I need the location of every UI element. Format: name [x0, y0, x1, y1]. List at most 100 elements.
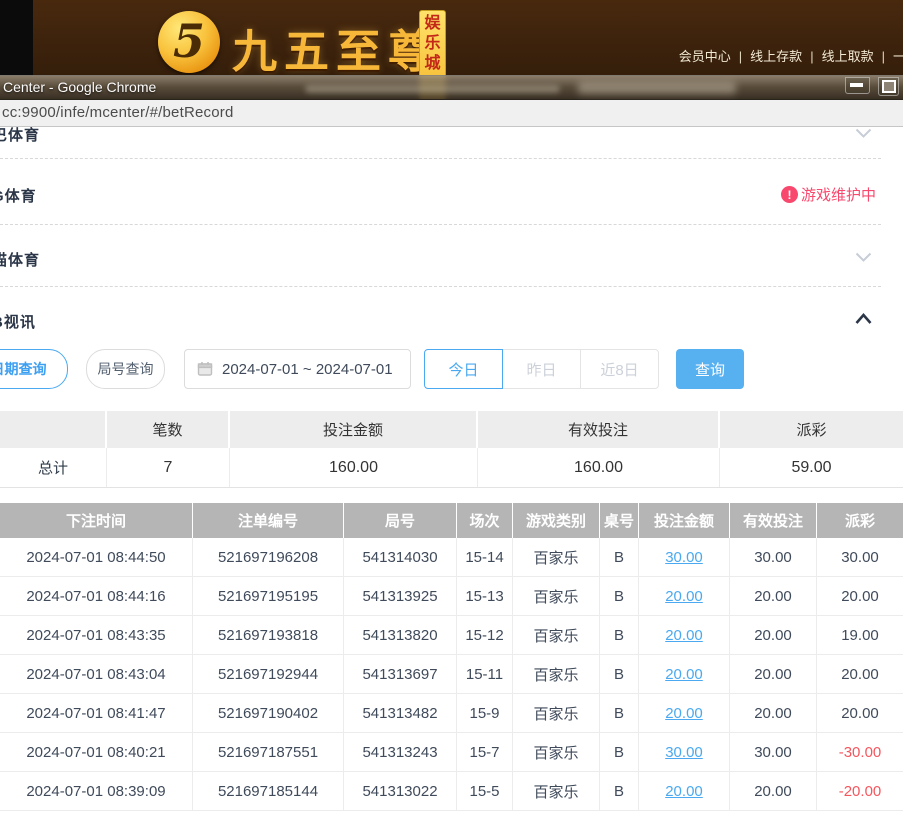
table-cell: 15-12	[457, 616, 513, 654]
date-range-value: 2024-07-01 ~ 2024-07-01	[222, 361, 393, 378]
accordion-label: B视讯	[0, 311, 36, 332]
blurred-user-info	[578, 82, 736, 94]
table-cell: 521697195195	[193, 577, 344, 615]
table-cell: B	[600, 694, 639, 732]
table-cell: 521697185144	[193, 772, 344, 810]
table-row: 2024-07-01 08:40:21521697187551541313243…	[0, 733, 903, 772]
table-cell: 541313820	[344, 616, 457, 654]
quick-range-button[interactable]: 昨日	[502, 349, 581, 389]
maximize-button[interactable]	[878, 77, 899, 96]
table-cell: 百家乐	[513, 694, 600, 732]
date-range-input[interactable]: 2024-07-01 ~ 2024-07-01	[184, 349, 411, 389]
accordion-label: 巴体育	[0, 127, 40, 145]
chevron-up-icon	[855, 312, 872, 330]
table-cell: 百家乐	[513, 655, 600, 693]
exclamation-icon: !	[781, 186, 798, 203]
bet-amount-link[interactable]: 20.00	[665, 705, 703, 722]
accordion-item-live-casino[interactable]: B视讯	[0, 286, 881, 349]
brand-logo-text: 九五至尊	[232, 15, 440, 80]
summary-total-row: 总计 7 160.00 160.00 59.00	[0, 448, 903, 488]
table-cell: 15-5	[457, 772, 513, 810]
brand-logo-circle: 5	[158, 11, 220, 73]
table-cell: B	[600, 733, 639, 771]
table-cell: 2024-07-01 08:41:47	[0, 694, 193, 732]
calendar-icon	[197, 361, 213, 377]
table-cell: 30.00	[730, 733, 817, 771]
banner-char: 城	[424, 54, 440, 74]
filter-bar: 日期查询 局号查询 2024-07-01 ~ 2024-07-01 今日昨日近8…	[0, 349, 903, 389]
bet-amount-link[interactable]: 30.00	[665, 744, 703, 761]
table-cell: B	[600, 616, 639, 654]
quick-range-active[interactable]: 今日	[424, 349, 503, 389]
table-cell: 521697196208	[193, 538, 344, 576]
summary-valid-bet: 160.00	[478, 448, 720, 487]
bet-table-header: 下注时间注单编号局号场次游戏类别桌号投注金额有效投注派彩	[0, 503, 903, 538]
table-cell: 20.00	[730, 772, 817, 810]
table-cell: 15-9	[457, 694, 513, 732]
summary-header-cell	[0, 411, 107, 448]
bet-table-header-cell: 投注金额	[639, 503, 730, 538]
bet-amount-link[interactable]: 20.00	[665, 627, 703, 644]
table-cell: 521697190402	[193, 694, 344, 732]
table-cell: 2024-07-01 08:39:09	[0, 772, 193, 810]
banner-char: 娱	[424, 14, 440, 34]
table-cell: 15-13	[457, 577, 513, 615]
summary-table: 笔数投注金额有效投注派彩 总计 7 160.00 160.00 59.00	[0, 411, 903, 488]
top-nav: 会员中心|线上存款|线上取款|一键	[679, 46, 903, 65]
bet-amount-link[interactable]: 30.00	[665, 549, 703, 566]
date-query-button[interactable]: 日期查询	[0, 349, 68, 389]
bet-table-header-cell: 派彩	[817, 503, 903, 538]
screen: 5 九五至尊 娱乐城 会员中心|线上存款|线上取款|一键 Center - Go…	[0, 0, 903, 816]
search-button[interactable]: 查询	[676, 349, 744, 389]
chevron-down-icon	[855, 127, 872, 144]
nav-link[interactable]: 线上取款	[822, 49, 874, 64]
table-cell: 20.00	[639, 772, 730, 810]
table-cell: 20.00	[730, 694, 817, 732]
bet-table-header-cell: 场次	[457, 503, 513, 538]
address-bar[interactable]: cc:9900/infe/mcenter/#/betRecord	[0, 100, 903, 127]
table-cell: 30.00	[639, 538, 730, 576]
nav-link[interactable]: 一键	[893, 49, 903, 64]
quick-range-button[interactable]: 近8日	[580, 349, 659, 389]
quick-range-group: 今日昨日近8日	[424, 349, 659, 389]
blurred-decoration	[305, 85, 560, 93]
accordion-item-sports-1[interactable]: 巴体育	[0, 127, 881, 159]
accordion-label: G体育	[0, 185, 37, 206]
bet-amount-link[interactable]: 20.00	[665, 588, 703, 605]
table-cell: 541313925	[344, 577, 457, 615]
table-cell: 15-11	[457, 655, 513, 693]
bet-table-header-cell: 下注时间	[0, 503, 193, 538]
table-cell: 百家乐	[513, 772, 600, 810]
table-cell: 30.00	[639, 733, 730, 771]
table-cell: B	[600, 772, 639, 810]
table-row: 2024-07-01 08:41:47521697190402541313482…	[0, 694, 903, 733]
page-content: 巴体育 G体育 ! 游戏维护中 猫体育 B视讯 日期查询	[0, 127, 903, 816]
table-cell: 521697187551	[193, 733, 344, 771]
nav-link[interactable]: 会员中心	[679, 49, 731, 64]
bet-amount-link[interactable]: 20.00	[665, 783, 703, 800]
table-cell: 20.00	[639, 694, 730, 732]
summary-row-label: 总计	[0, 448, 107, 487]
accordion-item-sports-2[interactable]: G体育 ! 游戏维护中	[0, 158, 881, 225]
url-text: cc:9900/infe/mcenter/#/betRecord	[2, 104, 234, 121]
summary-header-cell: 有效投注	[478, 411, 720, 448]
table-cell: 20.00	[817, 694, 903, 732]
bet-record-table: 下注时间注单编号局号场次游戏类别桌号投注金额有效投注派彩 2024-07-01 …	[0, 503, 903, 811]
banner-char: 乐	[424, 34, 440, 54]
minimize-button[interactable]	[845, 77, 870, 94]
table-cell: 19.00	[817, 616, 903, 654]
window-title: Center - Google Chrome	[3, 79, 156, 95]
table-cell: 百家乐	[513, 616, 600, 654]
table-cell: 541314030	[344, 538, 457, 576]
table-cell: 20.00	[639, 616, 730, 654]
bet-table-header-cell: 注单编号	[193, 503, 344, 538]
round-query-button[interactable]: 局号查询	[86, 349, 165, 389]
table-row: 2024-07-01 08:39:09521697185144541313022…	[0, 772, 903, 811]
table-cell: 20.00	[639, 655, 730, 693]
nav-link[interactable]: 线上存款	[750, 49, 802, 64]
bet-amount-link[interactable]: 20.00	[665, 666, 703, 683]
accordion-item-sports-3[interactable]: 猫体育	[0, 224, 881, 287]
table-cell: 20.00	[817, 577, 903, 615]
table-cell: 百家乐	[513, 538, 600, 576]
summary-count: 7	[107, 448, 230, 487]
